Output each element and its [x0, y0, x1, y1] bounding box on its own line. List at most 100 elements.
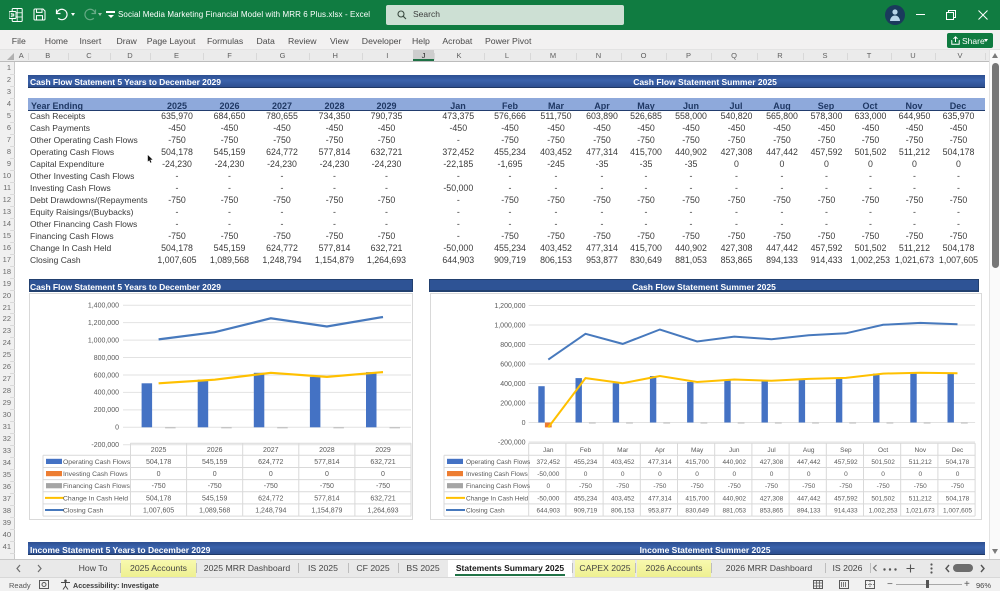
- svg-text:Jul: Jul: [767, 447, 776, 454]
- svg-text:427,308: 427,308: [759, 495, 783, 502]
- svg-text:0: 0: [620, 471, 624, 478]
- svg-text:372,452: 372,452: [536, 459, 560, 466]
- svg-text:545,159: 545,159: [202, 459, 227, 466]
- svg-text:2028: 2028: [319, 447, 335, 454]
- svg-text:806,153: 806,153: [610, 508, 634, 515]
- svg-text:2029: 2029: [375, 447, 391, 454]
- svg-text:0: 0: [381, 471, 385, 478]
- svg-text:415,700: 415,700: [685, 459, 709, 466]
- svg-text:504,178: 504,178: [945, 495, 969, 502]
- svg-text:427,308: 427,308: [759, 459, 783, 466]
- svg-text:504,178: 504,178: [145, 495, 170, 502]
- svg-text:440,902: 440,902: [722, 495, 746, 502]
- svg-text:-750: -750: [913, 483, 926, 490]
- svg-text:1,007,605: 1,007,605: [943, 508, 972, 515]
- svg-text:800,000: 800,000: [93, 355, 118, 362]
- svg-text:0: 0: [268, 471, 272, 478]
- svg-text:800,000: 800,000: [500, 342, 525, 349]
- svg-text:2025: 2025: [150, 447, 166, 454]
- svg-text:600,000: 600,000: [500, 361, 525, 368]
- svg-text:Oct: Oct: [878, 447, 888, 454]
- svg-text:1,154,879: 1,154,879: [311, 508, 342, 515]
- svg-text:-750: -750: [263, 483, 277, 490]
- svg-text:1,200,000: 1,200,000: [87, 320, 118, 327]
- svg-text:403,452: 403,452: [610, 495, 634, 502]
- svg-text:Closing Cash: Closing Cash: [63, 508, 104, 515]
- svg-text:477,314: 477,314: [648, 459, 672, 466]
- svg-text:-750: -750: [207, 483, 221, 490]
- svg-text:Investing Cash Flows: Investing Cash Flows: [466, 471, 529, 478]
- svg-text:1,000,000: 1,000,000: [494, 322, 525, 329]
- svg-text:447,442: 447,442: [796, 495, 820, 502]
- svg-text:0: 0: [955, 471, 959, 478]
- svg-text:-750: -750: [375, 483, 389, 490]
- svg-text:Aug: Aug: [802, 447, 814, 454]
- svg-text:600,000: 600,000: [93, 372, 118, 379]
- svg-text:853,865: 853,865: [759, 508, 783, 515]
- svg-text:Investing Cash Flows: Investing Cash Flows: [63, 471, 128, 478]
- svg-text:0: 0: [806, 471, 810, 478]
- svg-text:457,592: 457,592: [834, 459, 858, 466]
- svg-text:2027: 2027: [263, 447, 279, 454]
- svg-text:447,442: 447,442: [796, 459, 820, 466]
- svg-text:0: 0: [658, 471, 662, 478]
- svg-text:-750: -750: [727, 483, 740, 490]
- svg-text:-750: -750: [839, 483, 852, 490]
- svg-text:Change In Cash Held: Change In Cash Held: [63, 495, 128, 502]
- svg-text:0: 0: [583, 471, 587, 478]
- svg-text:Financing Cash Flows: Financing Cash Flows: [63, 483, 130, 490]
- svg-text:0: 0: [521, 420, 525, 427]
- svg-text:-50,000: -50,000: [537, 495, 559, 502]
- svg-text:545,159: 545,159: [202, 495, 227, 502]
- svg-text:0: 0: [695, 471, 699, 478]
- svg-text:894,133: 894,133: [796, 508, 820, 515]
- svg-text:0: 0: [156, 471, 160, 478]
- svg-text:0: 0: [115, 425, 119, 432]
- svg-text:501,502: 501,502: [871, 459, 895, 466]
- svg-text:Feb: Feb: [579, 447, 591, 454]
- svg-text:0: 0: [844, 471, 848, 478]
- svg-text:577,814: 577,814: [314, 459, 339, 466]
- svg-text:511,212: 511,212: [908, 495, 931, 502]
- svg-text:400,000: 400,000: [93, 390, 118, 397]
- svg-text:-750: -750: [151, 483, 165, 490]
- svg-text:-750: -750: [950, 483, 963, 490]
- svg-text:0: 0: [918, 471, 922, 478]
- svg-text:632,721: 632,721: [370, 459, 395, 466]
- svg-text:501,502: 501,502: [871, 495, 895, 502]
- svg-text:953,877: 953,877: [648, 508, 672, 515]
- svg-text:830,649: 830,649: [685, 508, 709, 515]
- svg-text:May: May: [690, 447, 703, 454]
- svg-text:Nov: Nov: [914, 447, 926, 454]
- svg-text:403,452: 403,452: [610, 459, 634, 466]
- svg-text:Sep: Sep: [840, 447, 852, 454]
- svg-text:1,089,568: 1,089,568: [199, 508, 230, 515]
- svg-text:Change In Cash Held: Change In Cash Held: [466, 495, 529, 502]
- svg-text:624,772: 624,772: [258, 459, 283, 466]
- svg-text:-750: -750: [653, 483, 666, 490]
- svg-text:-750: -750: [616, 483, 629, 490]
- svg-text:624,772: 624,772: [258, 495, 283, 502]
- svg-text:-750: -750: [319, 483, 333, 490]
- svg-text:0: 0: [324, 471, 328, 478]
- svg-text:-750: -750: [764, 483, 777, 490]
- svg-text:-750: -750: [578, 483, 591, 490]
- svg-text:440,902: 440,902: [722, 459, 746, 466]
- svg-text:Dec: Dec: [951, 447, 963, 454]
- svg-text:0: 0: [212, 471, 216, 478]
- svg-text:Closing Cash: Closing Cash: [466, 508, 505, 515]
- svg-text:Operating Cash Flows: Operating Cash Flows: [63, 459, 131, 466]
- svg-text:577,814: 577,814: [314, 495, 339, 502]
- svg-text:-750: -750: [802, 483, 815, 490]
- svg-text:914,433: 914,433: [834, 508, 858, 515]
- svg-text:1,400,000: 1,400,000: [87, 303, 118, 310]
- svg-text:1,264,693: 1,264,693: [367, 508, 398, 515]
- svg-text:457,592: 457,592: [834, 495, 858, 502]
- svg-text:455,234: 455,234: [573, 459, 597, 466]
- svg-text:-750: -750: [690, 483, 703, 490]
- svg-text:Operating Cash Flows: Operating Cash Flows: [466, 459, 531, 466]
- svg-text:477,314: 477,314: [648, 495, 672, 502]
- svg-text:-50,000: -50,000: [537, 471, 559, 478]
- svg-text:200,000: 200,000: [93, 407, 118, 414]
- svg-text:1,007,605: 1,007,605: [143, 508, 174, 515]
